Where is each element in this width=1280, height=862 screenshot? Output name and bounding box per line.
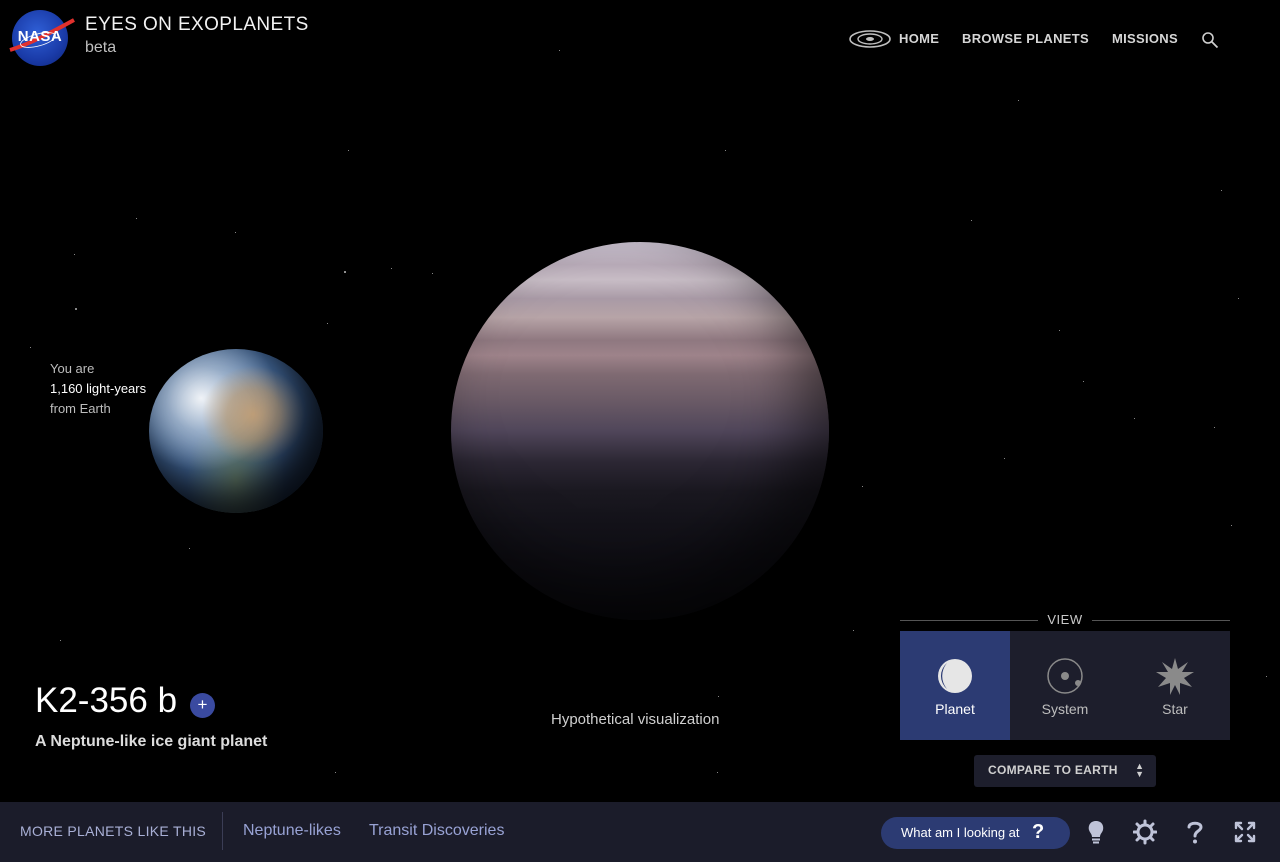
star-dot <box>1231 525 1232 526</box>
view-selector: Planet System Star <box>900 631 1230 740</box>
planet-more-info-button[interactable]: + <box>190 693 215 718</box>
question-icon: ? <box>1032 821 1045 843</box>
search-icon[interactable] <box>1201 31 1219 49</box>
star-dot <box>74 254 76 256</box>
link-transit-discoveries[interactable]: Transit Discoveries <box>369 822 504 840</box>
lightbulb-icon[interactable] <box>1084 819 1108 845</box>
star-dot <box>1238 298 1239 299</box>
star-dot <box>559 50 560 51</box>
star-dot <box>971 220 972 221</box>
star-dot <box>348 150 349 151</box>
settings-gear-icon[interactable] <box>1133 819 1157 845</box>
star-dot <box>1083 381 1084 382</box>
star-dot <box>718 696 719 697</box>
system-icon <box>1047 658 1083 694</box>
star-dot <box>235 232 236 233</box>
nav-home[interactable]: HOME <box>899 31 939 46</box>
star-dot <box>60 640 61 641</box>
view-planet-label: Planet <box>935 701 975 717</box>
star-dot <box>335 772 336 773</box>
star-dot <box>1266 676 1267 677</box>
view-star-button[interactable]: Star <box>1120 631 1230 740</box>
distance-info: You are 1,160 light-years from Earth <box>50 359 146 419</box>
star-dot <box>344 271 346 273</box>
star-dot <box>1221 190 1222 191</box>
what-label: What am I looking at <box>901 825 1020 840</box>
what-am-i-looking-at-button[interactable]: What am I looking at ? <box>881 817 1070 849</box>
star-dot <box>717 772 718 773</box>
compare-label: COMPARE TO EARTH <box>988 763 1118 777</box>
bottom-bar: MORE PLANETS LIKE THIS Neptune-likes Tra… <box>0 802 1280 862</box>
star-dot <box>862 486 863 487</box>
planet-description: A Neptune-like ice giant planet <box>35 733 268 750</box>
view-planet-button[interactable]: Planet <box>900 631 1010 740</box>
star-dot <box>1004 458 1005 459</box>
star-dot <box>1018 100 1019 101</box>
divider <box>222 812 223 850</box>
nasa-logo[interactable]: NASA <box>9 10 75 66</box>
link-neptune-likes[interactable]: Neptune-likes <box>243 822 341 840</box>
divider <box>1092 620 1230 621</box>
nav-missions[interactable]: MISSIONS <box>1112 31 1178 46</box>
galaxy-icon[interactable] <box>848 28 892 50</box>
compare-to-earth-select[interactable]: COMPARE TO EARTH ▲ ▼ <box>974 755 1156 787</box>
planet-name: K2-356 b <box>35 681 178 720</box>
app-title[interactable]: EYES ON EXOPLANETS <box>85 14 309 36</box>
view-system-label: System <box>1041 701 1089 717</box>
view-system-button[interactable]: System <box>1010 631 1120 740</box>
distance-line3: from Earth <box>50 401 111 416</box>
star-dot <box>75 308 78 311</box>
view-star-label: Star <box>1162 701 1188 717</box>
star-dot <box>391 268 392 269</box>
planet-render[interactable] <box>451 242 829 620</box>
star-dot <box>1059 330 1060 331</box>
star-dot <box>1214 427 1215 428</box>
nav-browse-planets[interactable]: BROWSE PLANETS <box>962 31 1089 46</box>
star-dot <box>432 273 433 274</box>
app-subtitle: beta <box>85 39 117 56</box>
star-dot <box>189 548 191 550</box>
nasa-logo-text: NASA <box>17 28 63 45</box>
star-icon <box>1156 658 1194 695</box>
star-dot <box>327 323 328 324</box>
help-icon[interactable] <box>1183 819 1207 845</box>
visualization-note: Hypothetical visualization <box>551 711 720 728</box>
star-dot <box>853 630 854 631</box>
star-dot <box>1134 418 1135 419</box>
star-dot <box>136 218 138 220</box>
distance-value: 1,160 light-years <box>50 381 147 396</box>
earth-globe[interactable] <box>149 349 323 513</box>
view-header: VIEW <box>900 612 1230 628</box>
distance-line1: You are <box>50 361 95 376</box>
planet-icon <box>938 659 972 693</box>
fullscreen-icon[interactable] <box>1233 819 1257 845</box>
more-planets-label: MORE PLANETS LIKE THIS <box>20 823 207 839</box>
star-dot <box>30 347 31 348</box>
star-dot <box>725 150 726 151</box>
sort-arrows-icon: ▲ ▼ <box>1135 761 1144 779</box>
